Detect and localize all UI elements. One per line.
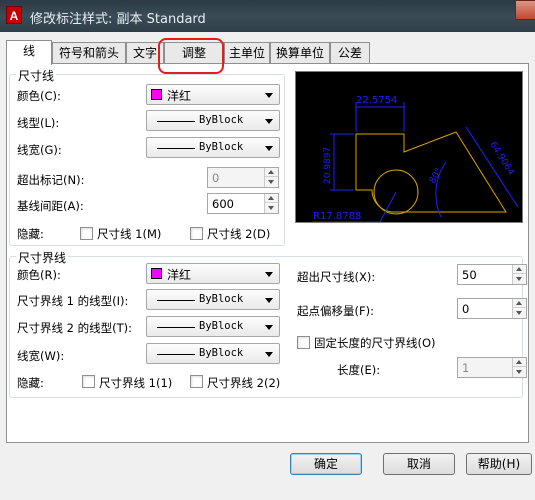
dim-baseline-label: 基线间距(A): xyxy=(17,199,84,213)
dim-baseline-value: 600 xyxy=(212,197,234,211)
line-sample xyxy=(157,300,195,301)
ext-linetype2-select[interactable]: ByBlock xyxy=(146,316,280,337)
spin-up-icon[interactable] xyxy=(265,168,278,177)
ext-suppress-label: 隐藏: xyxy=(17,376,44,390)
preview-dim-slant: 64.9064 xyxy=(487,140,515,177)
chevron-down-icon xyxy=(265,272,273,277)
length-value: 1 xyxy=(462,361,470,375)
tab-strip: 线 符号和箭头 文字 调整 主单位 换算单位 公差 xyxy=(6,40,526,65)
suppress-dim-line-1-checkbox[interactable] xyxy=(80,227,93,240)
magenta-swatch xyxy=(151,89,162,100)
line-sample xyxy=(157,327,195,328)
ext-linetype1-value: ByBlock xyxy=(199,293,244,305)
preview-dim-top: 22.5754 xyxy=(356,95,397,106)
close-button[interactable] xyxy=(515,0,535,20)
suppress-dim-line-1-label: 尺寸线 1(M) xyxy=(97,227,162,241)
spin-up-icon[interactable] xyxy=(513,265,526,274)
ok-button[interactable]: 确定 xyxy=(290,453,362,475)
title-bar: A 修改标注样式: 副本 Standard xyxy=(0,0,535,32)
spin-down-icon[interactable] xyxy=(513,368,526,377)
extend-beyond-label: 超出尺寸线(X): xyxy=(297,270,376,284)
tab-panel-lines: 尺寸线 颜色(C): 洋红 线型(L): ByBlock 线宽(G): ByBl… xyxy=(6,63,529,443)
line-sample xyxy=(157,121,195,122)
spin-down-icon[interactable] xyxy=(265,178,278,187)
dim-linetype-select[interactable]: ByBlock xyxy=(146,110,280,131)
ext-lineweight-label: 线宽(W): xyxy=(17,349,65,363)
dim-color-value: 洋红 xyxy=(167,89,192,103)
suppress-dim-line-2-checkbox[interactable] xyxy=(190,227,203,240)
spin-down-icon[interactable] xyxy=(513,309,526,318)
dim-color-select[interactable]: 洋红 xyxy=(146,84,280,105)
ext-lineweight-select[interactable]: ByBlock xyxy=(146,343,280,364)
chevron-down-icon xyxy=(265,119,273,124)
chevron-down-icon xyxy=(265,298,273,303)
preview-drawing: 22.5754 20.9897 64.9064 80° R17.8788 xyxy=(312,95,519,223)
dim-lineweight-select[interactable]: ByBlock xyxy=(146,137,280,158)
tab-lines[interactable]: 线 xyxy=(6,40,52,65)
group-title-extension-lines: 尺寸界线 xyxy=(16,249,69,266)
suppress-ext-line-1-label: 尺寸界线 1(1) xyxy=(99,376,173,390)
spin-up-icon[interactable] xyxy=(513,358,526,367)
fixed-length-label: 固定长度的尺寸界线(O) xyxy=(314,336,436,350)
origin-offset-label: 起点偏移量(F): xyxy=(297,304,374,318)
dim-extend-label: 超出标记(N): xyxy=(17,173,85,187)
ext-lineweight-value: ByBlock xyxy=(199,347,244,359)
suppress-ext-line-2-checkbox[interactable] xyxy=(190,375,203,388)
suppress-dim-line-2-label: 尺寸线 2(D) xyxy=(207,227,271,241)
dim-lineweight-label: 线宽(G): xyxy=(17,143,62,157)
spin-up-icon[interactable] xyxy=(265,194,278,203)
ext-linetype1-label: 尺寸界线 1 的线型(I): xyxy=(17,294,129,308)
line-sample xyxy=(157,354,195,355)
dim-lineweight-value: ByBlock xyxy=(199,141,244,153)
ext-linetype2-label: 尺寸界线 2 的线型(T): xyxy=(17,321,132,335)
ext-color-select[interactable]: 洋红 xyxy=(146,263,280,284)
spin-up-icon[interactable] xyxy=(513,299,526,308)
chevron-down-icon xyxy=(265,146,273,151)
dim-linetype-value: ByBlock xyxy=(199,114,244,126)
ext-color-label: 颜色(R): xyxy=(17,268,61,282)
fixed-length-checkbox[interactable] xyxy=(297,336,310,349)
line-sample xyxy=(157,148,195,149)
dim-suppress-label: 隐藏: xyxy=(17,227,44,241)
preview-dim-radius: R17.8788 xyxy=(313,211,361,222)
dim-extend-stepper[interactable]: 0 xyxy=(207,167,279,188)
tab-tolerances[interactable]: 公差 xyxy=(330,42,370,64)
dim-baseline-stepper[interactable]: 600 xyxy=(207,193,279,214)
red-highlight-annotation xyxy=(158,38,224,74)
spin-down-icon[interactable] xyxy=(513,275,526,284)
tab-symbols-arrows[interactable]: 符号和箭头 xyxy=(52,42,126,64)
ext-linetype1-select[interactable]: ByBlock xyxy=(146,289,280,310)
preview-canvas: 22.5754 20.9897 64.9064 80° R17.8788 xyxy=(295,71,523,223)
dim-color-label: 颜色(C): xyxy=(17,89,61,103)
magenta-swatch xyxy=(151,268,162,279)
length-stepper[interactable]: 1 xyxy=(457,357,527,378)
preview-dim-angle: 80° xyxy=(428,167,445,186)
suppress-ext-line-1-checkbox[interactable] xyxy=(82,375,95,388)
help-button[interactable]: 帮助(H) xyxy=(466,453,532,475)
chevron-down-icon xyxy=(265,352,273,357)
suppress-ext-line-2-label: 尺寸界线 2(2) xyxy=(207,376,281,390)
preview-dim-left: 20.9897 xyxy=(323,147,333,184)
extend-beyond-stepper[interactable]: 50 xyxy=(457,264,527,285)
ext-linetype2-value: ByBlock xyxy=(199,320,244,332)
spin-down-icon[interactable] xyxy=(265,204,278,213)
tab-primary-units[interactable]: 主单位 xyxy=(224,42,270,64)
tab-alternate-units[interactable]: 换算单位 xyxy=(270,42,330,64)
origin-offset-value: 0 xyxy=(462,302,470,316)
dim-extend-value: 0 xyxy=(212,171,220,185)
autocad-app-icon: A xyxy=(6,6,22,24)
dim-linetype-label: 线型(L): xyxy=(17,116,60,130)
ext-color-value: 洋红 xyxy=(167,268,192,282)
cancel-button[interactable]: 取消 xyxy=(383,453,455,475)
radius-leader xyxy=(379,191,397,223)
length-label: 长度(E): xyxy=(337,363,381,377)
chevron-down-icon xyxy=(265,325,273,330)
group-title-dimension-lines: 尺寸线 xyxy=(16,67,57,84)
part-outline xyxy=(355,131,507,213)
chevron-down-icon xyxy=(265,93,273,98)
window-title: 修改标注样式: 副本 Standard xyxy=(30,12,206,27)
origin-offset-stepper[interactable]: 0 xyxy=(457,298,527,319)
extend-beyond-value: 50 xyxy=(462,268,477,282)
